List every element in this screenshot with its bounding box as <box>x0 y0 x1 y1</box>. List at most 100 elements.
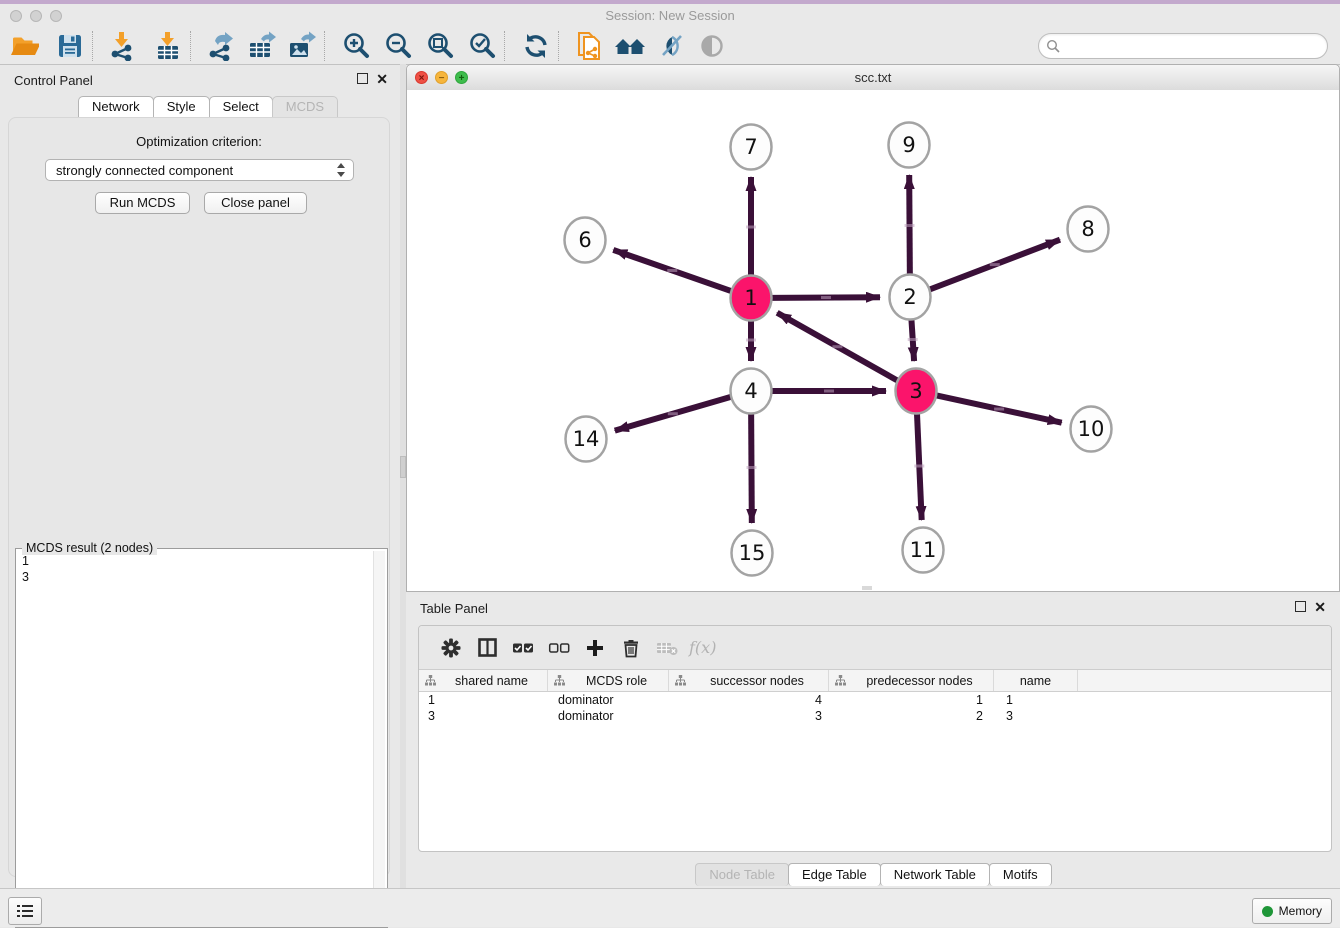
network-window-titlebar[interactable]: × − + scc.txt <box>407 65 1339 91</box>
result-line: 3 <box>22 569 373 585</box>
edge-label <box>824 390 834 393</box>
export-table-icon[interactable] <box>246 30 278 62</box>
open-session-icon[interactable] <box>8 30 40 62</box>
tab-select[interactable]: Select <box>209 96 273 117</box>
toolbar-separator <box>324 31 326 61</box>
edge-label <box>832 345 842 348</box>
cell-name[interactable]: 3 <box>994 708 1078 724</box>
hierarchy-icon <box>675 675 686 686</box>
float-table-panel-icon[interactable] <box>1295 601 1306 612</box>
cell-mcds-role[interactable]: dominator <box>548 692 669 708</box>
import-network-icon[interactable] <box>106 30 138 62</box>
cell-successor-nodes[interactable]: 3 <box>669 708 829 724</box>
export-network-icon[interactable] <box>204 30 236 62</box>
control-panel-title: Control Panel <box>14 72 93 90</box>
cell-mcds-role[interactable]: dominator <box>548 708 669 724</box>
run-mcds-button[interactable]: Run MCDS <box>95 192 190 214</box>
show-column-icon[interactable] <box>469 632 505 664</box>
cell-shared-name[interactable]: 3 <box>419 708 548 724</box>
select-stepper-icon <box>336 162 346 178</box>
zoom-fit-icon[interactable] <box>424 30 456 62</box>
session-title: Session: New Session <box>0 4 1340 28</box>
close-panel-icon[interactable]: ✕ <box>376 74 388 84</box>
graph-node-label: 6 <box>578 228 591 252</box>
main-titlebar: Session: New Session <box>0 4 1340 28</box>
column-header-predecessor-nodes[interactable]: predecessor nodes <box>829 670 994 691</box>
search-field[interactable] <box>1038 33 1328 59</box>
float-panel-icon[interactable] <box>357 73 368 84</box>
criterion-select[interactable]: strongly connected component <box>45 159 354 181</box>
edge-label <box>994 408 1004 411</box>
cell-name[interactable]: 1 <box>994 692 1078 708</box>
home-icon[interactable] <box>614 30 646 62</box>
hide-graphics-details-icon[interactable] <box>656 30 688 62</box>
select-all-icon[interactable] <box>505 632 541 664</box>
edge-label <box>668 412 678 415</box>
table-toolbar: f(x) <box>419 626 1331 670</box>
node-table-container: f(x) shared name MCDS role successor nod… <box>418 625 1332 852</box>
graph-node-label: 8 <box>1081 217 1094 241</box>
function-builder-icon: f(x) <box>689 638 716 657</box>
tab-network-table[interactable]: Network Table <box>880 863 990 886</box>
network-minimize-button[interactable]: − <box>435 71 448 84</box>
save-session-icon[interactable] <box>54 30 86 62</box>
tab-network[interactable]: Network <box>78 96 154 117</box>
search-input[interactable] <box>1064 38 1319 54</box>
network-maximize-button[interactable]: + <box>455 71 468 84</box>
refresh-icon[interactable] <box>520 30 552 62</box>
hierarchy-icon <box>554 675 565 686</box>
table-row[interactable]: 1 dominator 4 1 1 <box>419 692 1331 708</box>
graph-node-label: 10 <box>1078 417 1105 441</box>
minimize-window-button[interactable] <box>30 10 42 22</box>
cell-shared-name[interactable]: 1 <box>419 692 548 708</box>
network-from-file-icon[interactable] <box>574 30 606 62</box>
show-graphics-details-icon[interactable] <box>696 30 728 62</box>
table-row[interactable]: 3 dominator 3 2 3 <box>419 708 1331 724</box>
memory-status-icon <box>1262 906 1273 917</box>
close-table-panel-icon[interactable]: ✕ <box>1314 602 1326 612</box>
toolbar-separator <box>190 31 192 61</box>
edge-label <box>746 226 756 229</box>
zoom-selected-icon[interactable] <box>466 30 498 62</box>
column-header-name[interactable]: name <box>994 670 1078 691</box>
network-canvas[interactable]: 7968124314101511 <box>407 90 1339 591</box>
maximize-window-button[interactable] <box>50 10 62 22</box>
control-panel: Control Panel ✕ Network Style Select MCD… <box>0 64 400 888</box>
main-toolbar <box>0 28 1340 65</box>
graph-node-label: 2 <box>903 285 916 309</box>
tab-edge-table[interactable]: Edge Table <box>788 863 881 886</box>
add-row-icon[interactable] <box>577 632 613 664</box>
tab-style[interactable]: Style <box>153 96 210 117</box>
tab-node-table[interactable]: Node Table <box>695 863 789 886</box>
memory-button[interactable]: Memory <box>1252 898 1332 924</box>
network-scrollbar-thumb[interactable] <box>862 586 872 590</box>
zoom-in-icon[interactable] <box>340 30 372 62</box>
mcds-result-text[interactable]: 1 3 <box>18 551 373 925</box>
show-log-button[interactable] <box>8 897 42 925</box>
edge-label <box>746 466 756 469</box>
close-panel-button[interactable]: Close panel <box>204 192 307 214</box>
control-panel-tabs: Network Style Select MCDS <box>78 96 337 117</box>
mcds-result-box: MCDS result (2 nodes) 1 3 <box>15 548 388 928</box>
cell-predecessor-nodes[interactable]: 1 <box>829 692 994 708</box>
zoom-out-icon[interactable] <box>382 30 414 62</box>
column-header-successor-nodes[interactable]: successor nodes <box>669 670 829 691</box>
delete-row-icon[interactable] <box>613 632 649 664</box>
edge-label <box>990 263 1000 266</box>
edge-label <box>667 269 677 272</box>
hierarchy-icon <box>425 675 436 686</box>
result-scrollbar[interactable] <box>373 551 385 925</box>
column-header-mcds-role[interactable]: MCDS role <box>548 670 669 691</box>
cell-predecessor-nodes[interactable]: 2 <box>829 708 994 724</box>
tab-motifs[interactable]: Motifs <box>989 863 1052 886</box>
settings-gear-icon[interactable] <box>433 632 469 664</box>
deselect-all-icon[interactable] <box>541 632 577 664</box>
close-window-button[interactable] <box>10 10 22 22</box>
export-image-icon[interactable] <box>286 30 318 62</box>
tab-mcds[interactable]: MCDS <box>272 96 338 117</box>
network-close-button[interactable]: × <box>415 71 428 84</box>
cell-successor-nodes[interactable]: 4 <box>669 692 829 708</box>
column-header-shared-name[interactable]: shared name <box>419 670 548 691</box>
import-table-icon[interactable] <box>152 30 184 62</box>
table-panel-title: Table Panel <box>420 600 488 618</box>
